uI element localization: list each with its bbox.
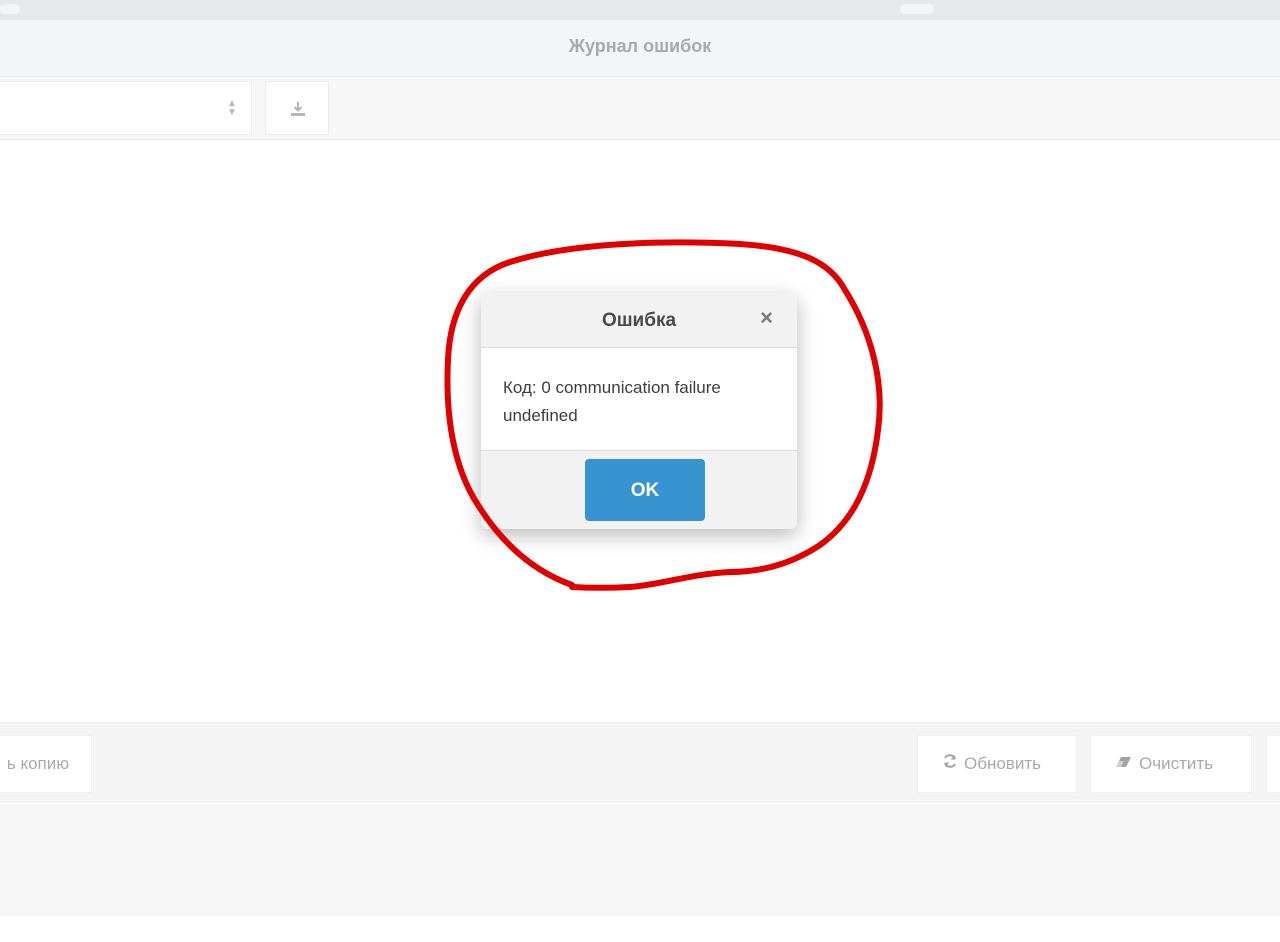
clear-label: Очистить: [1139, 754, 1214, 773]
dialog-header: Ошибка ×: [481, 293, 797, 348]
top-toolbar: ▲ ▼: [0, 77, 1280, 140]
download-button[interactable]: [265, 81, 329, 135]
select-arrows-icon: ▲ ▼: [227, 98, 237, 118]
refresh-label: Обновить: [964, 754, 1041, 773]
bottom-toolbar: ь копию Обновить Очистить: [0, 722, 1280, 803]
app-window: Журнал ошибок ▲ ▼ ь копию Обновить Очист…: [0, 0, 1280, 942]
footer-panel: [0, 804, 1280, 916]
title-bar: Журнал ошибок: [0, 20, 1280, 77]
error-message-line: Код: 0 communication failure: [503, 378, 721, 397]
error-message-line: undefined: [503, 406, 578, 425]
refresh-button[interactable]: Обновить: [917, 735, 1077, 793]
error-dialog: Ошибка × Код: 0 communication failure un…: [481, 293, 797, 529]
download-icon: [291, 102, 305, 116]
eraser-icon: [1115, 736, 1133, 792]
log-select[interactable]: ▲ ▼: [0, 81, 252, 135]
dialog-title: Ошибка: [601, 310, 677, 331]
error-message: Код: 0 communication failure undefined: [503, 374, 783, 430]
ok-button[interactable]: OK: [585, 459, 705, 521]
close-icon[interactable]: ×: [760, 307, 773, 329]
page-bottom: [0, 916, 1280, 942]
top-strip-tab: [900, 4, 934, 14]
page-title: Журнал ошибок: [568, 36, 712, 56]
save-copy-button[interactable]: ь копию: [0, 735, 92, 793]
save-copy-label: ь копию: [6, 754, 69, 773]
clear-button[interactable]: Очистить: [1090, 735, 1252, 793]
extra-button[interactable]: [1266, 735, 1280, 793]
browser-top-strip: [0, 0, 1280, 20]
top-strip-tab: [0, 4, 20, 14]
dialog-body: Код: 0 communication failure undefined: [481, 348, 797, 451]
refresh-icon: [942, 736, 958, 792]
